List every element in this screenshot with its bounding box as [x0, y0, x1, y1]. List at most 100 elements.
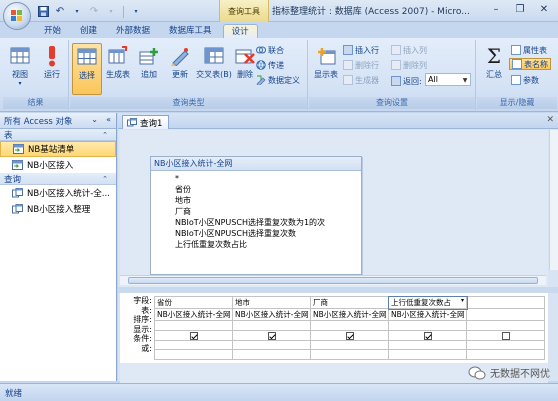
chevron-down-icon[interactable]: ▾ [461, 298, 464, 305]
union-button[interactable]: 联合 [256, 44, 284, 56]
grid-cell-table[interactable] [466, 308, 545, 321]
tab-database-tools[interactable]: 数据库工具 [161, 24, 220, 39]
nav-pane-header[interactable]: 所有 Access 对象 ⌄ « [0, 113, 116, 129]
grid-cell-criteria[interactable] [466, 339, 545, 350]
nav-item-nb-cell-access[interactable]: NB小区接入 [0, 157, 116, 173]
nav-group-tables[interactable]: 表 ⌃ [0, 129, 116, 141]
show-checkbox[interactable] [267, 331, 276, 339]
grid-cell-or[interactable] [388, 349, 467, 360]
insert-columns-button[interactable]: 插入列 [391, 44, 427, 56]
grid-cell-sort[interactable] [232, 320, 311, 331]
grid-cell-table[interactable]: NB小区接入统计-全网 [310, 308, 389, 321]
nav-item-query-cleanup[interactable]: NB小区接入整理 [0, 201, 116, 217]
crosstab-button[interactable]: 交叉表(B) [196, 43, 232, 95]
grid-cell-or[interactable] [232, 349, 311, 360]
table-pane-vertical-scrollbar[interactable] [549, 130, 558, 270]
totals-button[interactable]: Σ 汇总 [479, 43, 509, 95]
grid-cell-criteria[interactable] [388, 339, 467, 350]
tab-home[interactable]: 开始 [36, 24, 69, 39]
update-button[interactable]: 更新 [165, 43, 195, 95]
field-list-item[interactable]: * [175, 173, 361, 184]
restore-icon[interactable]: ❐ [508, 0, 532, 18]
grid-cell-criteria[interactable] [232, 339, 311, 350]
nav-item-nb-base-station-list[interactable]: NB基站清单 [0, 141, 116, 157]
grid-cell-or[interactable] [154, 349, 233, 360]
field-list-title[interactable]: NB小区接入统计-全网 [151, 157, 361, 171]
show-checkbox[interactable] [501, 331, 510, 339]
tab-external-data[interactable]: 外部数据 [108, 24, 158, 39]
nav-item-query-stats-all[interactable]: NB小区接入统计-全... [0, 185, 116, 201]
field-list-item[interactable]: NBIoT小区NPUSCH选择重复次数 [175, 228, 361, 239]
show-checkbox[interactable] [423, 331, 432, 339]
tab-create[interactable]: 创建 [72, 24, 105, 39]
view-button[interactable]: 视图 ▾ [5, 43, 35, 95]
grid-cell-sort[interactable] [154, 320, 233, 331]
nav-item-label: NB小区接入 [27, 161, 74, 171]
office-button[interactable] [3, 2, 31, 30]
field-list-item[interactable]: NBIoT小区NPUSCH选择重复次数为1的次 [175, 217, 361, 228]
delete-columns-button[interactable]: 删除列 [391, 59, 427, 71]
chevron-down-icon[interactable]: ⌄ [91, 115, 98, 124]
grid-row-label: 排序: [133, 315, 152, 324]
data-definition-icon [256, 75, 266, 85]
close-document-icon[interactable]: ✕ [546, 115, 554, 125]
select-query-button[interactable]: 选择 [72, 43, 102, 95]
minimize-icon[interactable]: – [484, 0, 508, 18]
grid-row-show [154, 329, 545, 341]
show-table-button[interactable]: 显示表 [311, 43, 341, 95]
grid-cell-table[interactable]: NB小区接入统计-全网 [388, 308, 467, 321]
grid-cell-or[interactable] [310, 349, 389, 360]
builder-button[interactable]: 生成器 [343, 74, 379, 86]
grid-cell-field[interactable]: 地市 [232, 296, 311, 309]
grid-cell-field[interactable]: 省份 [154, 296, 233, 309]
show-checkbox[interactable] [345, 331, 354, 339]
make-table-button[interactable]: 生成表 [103, 43, 133, 95]
save-icon[interactable] [36, 5, 50, 19]
grid-cell-field[interactable] [466, 296, 545, 309]
grid-cell-criteria[interactable] [310, 339, 389, 350]
grid-cell-sort[interactable] [388, 320, 467, 331]
append-button[interactable]: 追加 [134, 43, 164, 95]
field-list-item[interactable]: 地市 [175, 195, 361, 206]
grid-cell-sort[interactable] [466, 320, 545, 331]
customize-qat-icon[interactable]: ▾ [129, 5, 143, 19]
table-names-button[interactable]: 表名称 [509, 58, 551, 70]
data-definition-button[interactable]: 数据定义 [256, 74, 300, 86]
globe-icon [256, 60, 266, 70]
undo-dropdown-icon[interactable]: ▾ [70, 5, 84, 19]
grid-cell-or[interactable] [466, 349, 545, 360]
redo-icon[interactable]: ↷ [87, 5, 101, 19]
run-button[interactable]: 运行 [37, 43, 67, 95]
tab-design[interactable]: 设计 [222, 24, 258, 39]
shutter-bar-close-icon[interactable]: « [106, 115, 111, 124]
grid-cell-sort[interactable] [310, 320, 389, 331]
undo-icon[interactable]: ↶ [53, 5, 67, 19]
document-tab-query1[interactable]: 查询1 [122, 115, 170, 129]
delete-rows-button[interactable]: 删除行 [343, 59, 379, 71]
parameters-button[interactable]: 参数 [511, 74, 539, 86]
field-list-item[interactable]: 上行低重复次数占比 [175, 239, 361, 250]
table-pane-horizontal-scrollbar[interactable] [120, 275, 546, 285]
grid-cell-field-selected[interactable]: 上行低重复次数占 ▾ [387, 295, 468, 310]
nav-group-queries[interactable]: 查询 ⌃ [0, 173, 116, 185]
return-combo[interactable]: All ▼ [425, 73, 471, 86]
show-checkbox[interactable] [189, 331, 198, 339]
property-sheet-button[interactable]: 属性表 [511, 44, 547, 56]
update-icon [169, 45, 191, 67]
close-icon[interactable]: ✕ [532, 0, 556, 18]
pass-through-button[interactable]: 传递 [256, 59, 284, 71]
redo-dropdown-icon[interactable]: ▾ [104, 5, 118, 19]
grid-cell-table[interactable]: NB小区接入统计-全网 [154, 308, 233, 321]
insert-rows-button[interactable]: 插入行 [343, 44, 379, 56]
totals-label: 汇总 [486, 70, 502, 79]
grid-cell-table[interactable]: NB小区接入统计-全网 [232, 308, 311, 321]
grid-cell-field[interactable]: 厂商 [310, 296, 389, 309]
field-list-box[interactable]: NB小区接入统计-全网 * 省份 地市 厂商 NBIoT小区NPUSCH选择重复… [150, 156, 362, 275]
view-icon [9, 45, 31, 67]
scrollbar-thumb[interactable] [128, 277, 538, 284]
field-list-item[interactable]: 厂商 [175, 206, 361, 217]
field-list-item[interactable]: 省份 [175, 184, 361, 195]
group-query-setup-label: 查询设置 [309, 97, 475, 109]
union-label: 联合 [268, 45, 284, 55]
grid-cell-criteria[interactable] [154, 339, 233, 350]
